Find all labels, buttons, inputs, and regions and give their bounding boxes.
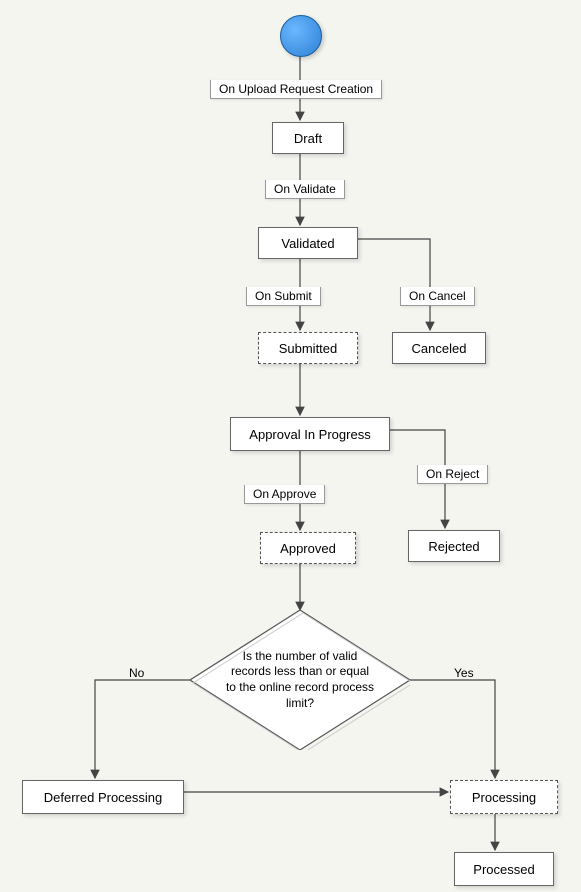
edge-label-validated-submitted: On Submit: [246, 287, 321, 306]
state-deferred-label: Deferred Processing: [44, 790, 163, 805]
state-approved: Approved: [260, 532, 356, 564]
state-draft-label: Draft: [294, 131, 322, 146]
decision-no-label: No: [125, 664, 148, 682]
state-submitted-label: Submitted: [279, 341, 338, 356]
edge-label-aip-approved: On Approve: [244, 485, 325, 504]
state-deferred-processing: Deferred Processing: [22, 780, 184, 814]
state-validated: Validated: [258, 227, 358, 259]
state-rejected-label: Rejected: [428, 539, 479, 554]
state-processed: Processed: [454, 852, 554, 886]
decision-yes-label: Yes: [450, 664, 478, 682]
decision-diamond: Is the number of valid records less than…: [190, 610, 410, 750]
state-validated-label: Validated: [281, 236, 334, 251]
edge-label-validated-canceled: On Cancel: [400, 287, 475, 306]
state-canceled: Canceled: [392, 332, 486, 364]
state-canceled-label: Canceled: [412, 341, 467, 356]
edge-label-aip-rejected: On Reject: [417, 465, 488, 484]
start-node: [280, 15, 322, 57]
state-processing-label: Processing: [472, 790, 536, 805]
state-aip-label: Approval In Progress: [249, 427, 370, 442]
state-approval-in-progress: Approval In Progress: [230, 417, 390, 451]
state-submitted: Submitted: [258, 332, 358, 364]
edge-label-draft-validated: On Validate: [265, 180, 345, 199]
state-processing: Processing: [450, 780, 558, 814]
state-approved-label: Approved: [280, 541, 336, 556]
state-draft: Draft: [272, 122, 344, 154]
state-rejected: Rejected: [408, 530, 500, 562]
state-processed-label: Processed: [473, 862, 534, 877]
decision-text: Is the number of valid records less than…: [225, 649, 375, 711]
edge-label-start-draft: On Upload Request Creation: [210, 80, 382, 99]
